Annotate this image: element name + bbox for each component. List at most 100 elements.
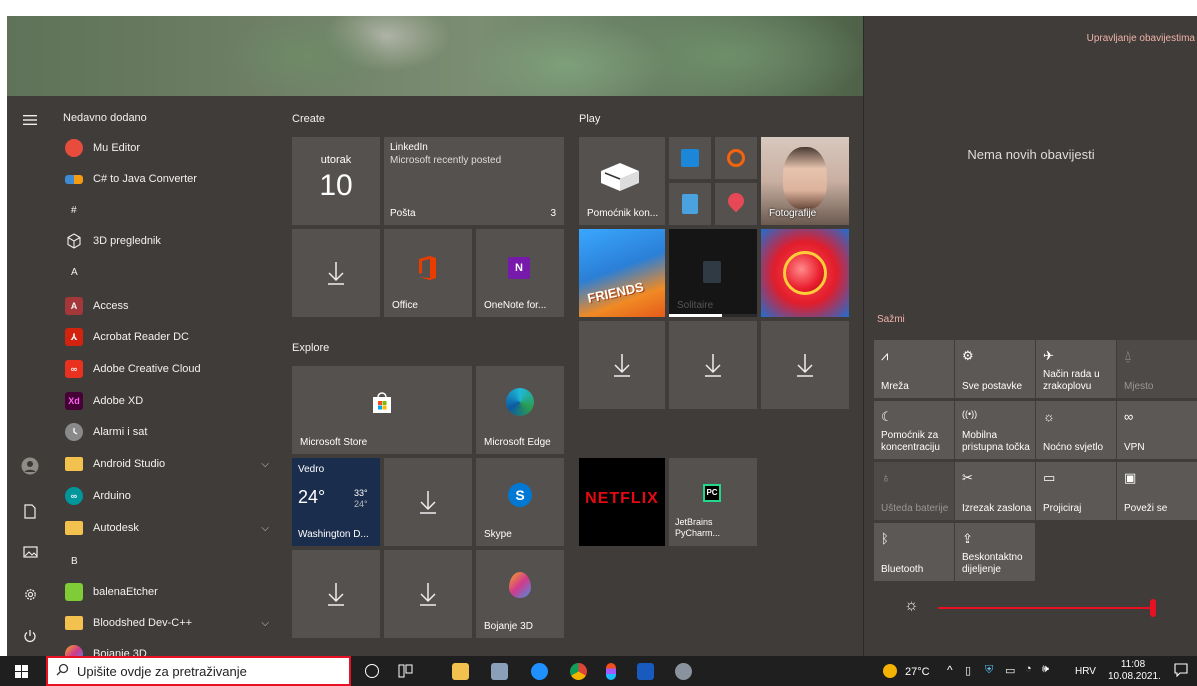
- app-item-paint3d[interactable]: Bojanje 3D: [53, 639, 279, 656]
- tile-groove[interactable]: [715, 137, 757, 179]
- chrome-icon[interactable]: [570, 663, 587, 680]
- brightness-slider[interactable]: [938, 599, 1156, 617]
- app-item-access[interactable]: A Access: [53, 291, 279, 321]
- quick-action-6[interactable]: ☼ Noćno svjetlo: [1036, 401, 1116, 459]
- app-item-adobe-xd[interactable]: Xd Adobe XD: [53, 386, 279, 416]
- tile-netflix[interactable]: NETFLIX: [579, 458, 665, 546]
- document-icon[interactable]: [20, 501, 40, 521]
- app-item-android-studio[interactable]: Android Studio ⌵: [53, 449, 279, 479]
- tile-download-explore-2[interactable]: [292, 550, 380, 638]
- quick-action-12[interactable]: ᛒ Bluetooth: [874, 523, 954, 581]
- app-item-dev-cpp[interactable]: Bloodshed Dev-C++ ⌵: [53, 608, 279, 638]
- tile-microsoft-edge[interactable]: Microsoft Edge: [476, 366, 564, 454]
- battery-icon[interactable]: ▯: [965, 664, 971, 677]
- folder-icon: [65, 521, 83, 535]
- quick-action-label: Mreža: [881, 381, 909, 392]
- quick-action-8[interactable]: ♁ Ušteda baterije: [874, 462, 954, 520]
- tile-onenote[interactable]: N OneNote for...: [476, 229, 564, 317]
- battery-saver-icon: ♁: [881, 470, 891, 485]
- cortana-icon[interactable]: [365, 664, 379, 678]
- language-indicator[interactable]: HRV: [1075, 666, 1096, 677]
- folder-icon: [65, 616, 83, 630]
- quick-action-label: Noćno svjetlo: [1043, 442, 1104, 453]
- tile-mail[interactable]: LinkedIn Microsoft recently posted Pošta…: [384, 137, 564, 225]
- tile-office[interactable]: Office: [384, 229, 472, 317]
- tile-download-play-1[interactable]: [579, 321, 665, 409]
- pictures-icon[interactable]: [20, 542, 40, 562]
- letter-header-hash[interactable]: #: [53, 195, 279, 225]
- app-item-alarms[interactable]: Alarmi i sat: [53, 417, 279, 447]
- settings-icon[interactable]: [20, 584, 40, 604]
- quick-action-10[interactable]: ▭ Projiciraj: [1036, 462, 1116, 520]
- clock-icon: [65, 423, 83, 441]
- tile-maps[interactable]: [715, 183, 757, 225]
- quick-action-13[interactable]: ⇪ Beskontaktno dijeljenje: [955, 523, 1035, 581]
- tile-candy-crush-friends[interactable]: FRIENDS: [579, 229, 665, 317]
- tile-solitaire[interactable]: Solitaire: [669, 229, 757, 317]
- usb-icon[interactable]: ▭: [1005, 664, 1015, 677]
- user-avatar-icon[interactable]: [20, 456, 40, 476]
- letter-header-a[interactable]: A: [53, 257, 279, 287]
- chrome-like-icon[interactable]: [531, 663, 548, 680]
- project-icon: ▭: [1043, 470, 1056, 485]
- quick-action-5[interactable]: ((•)) Mobilna pristupna točka: [955, 401, 1035, 459]
- notification-center-icon[interactable]: [1174, 663, 1188, 678]
- quick-action-0[interactable]: ⩘ Mreža: [874, 340, 954, 398]
- tile-download-1[interactable]: [292, 229, 380, 317]
- collapse-link[interactable]: Sažmi: [877, 314, 905, 325]
- tile-calendar[interactable]: utorak 10: [292, 137, 380, 225]
- group-label-explore[interactable]: Explore: [292, 342, 329, 354]
- hamburger-icon[interactable]: [20, 110, 40, 130]
- tile-download-play-3[interactable]: [761, 321, 849, 409]
- app-item-autodesk[interactable]: Autodesk ⌵: [53, 513, 279, 543]
- app-item-arduino[interactable]: ∞ Arduino: [53, 481, 279, 511]
- tray-chevron-up-icon[interactable]: ^: [947, 663, 953, 677]
- app-item-balena-etcher[interactable]: balenaEtcher: [53, 577, 279, 607]
- letter-header-b[interactable]: B: [53, 546, 279, 576]
- taskbar-search-box[interactable]: Upišite ovdje za pretraživanje: [46, 656, 351, 686]
- tile-microsoft-store[interactable]: Microsoft Store: [292, 366, 472, 454]
- tile-pycharm[interactable]: PC JetBrains PyCharm...: [669, 458, 757, 546]
- tile-download-explore-3[interactable]: [384, 550, 472, 638]
- wifi-icon[interactable]: ◔: [1025, 663, 1032, 675]
- app-item-creative-cloud[interactable]: ∞ Adobe Creative Cloud: [53, 354, 279, 384]
- clock[interactable]: 11:08 10.08.2021.: [1108, 659, 1161, 683]
- brightness-slider-thumb[interactable]: [1150, 599, 1156, 617]
- quick-action-1[interactable]: ⚙ Sve postavke: [955, 340, 1035, 398]
- app-item-csharp-to-java[interactable]: C# to Java Converter: [53, 164, 279, 194]
- tile-photos[interactable]: Fotografije: [761, 137, 849, 225]
- group-label-create[interactable]: Create: [292, 113, 325, 125]
- tile-download-explore-1[interactable]: [384, 458, 472, 546]
- tile-paint3d[interactable]: Bojanje 3D: [476, 550, 564, 638]
- app-item-3d-viewer[interactable]: 3D preglednik: [53, 226, 279, 256]
- power-icon[interactable]: [20, 626, 40, 646]
- tile-weather[interactable]: Vedro 24° 33° 24° Washington D...: [292, 458, 380, 546]
- quick-action-3[interactable]: ⍙ Mjesto: [1117, 340, 1197, 398]
- app-pinned-icon[interactable]: [675, 663, 692, 680]
- manage-notifications-link[interactable]: Upravljanje obavijestima: [1087, 33, 1195, 44]
- volume-icon[interactable]: 🕪: [1042, 663, 1049, 676]
- tile-calculator[interactable]: [669, 183, 711, 225]
- task-view-icon[interactable]: [398, 664, 413, 678]
- weather-sun-icon[interactable]: [883, 664, 897, 678]
- file-explorer-icon[interactable]: [452, 663, 469, 680]
- quick-action-4[interactable]: ☾ Pomoćnik za koncentraciju: [874, 401, 954, 459]
- tile-download-play-2[interactable]: [669, 321, 757, 409]
- app-item-acrobat[interactable]: ⅄ Acrobat Reader DC: [53, 322, 279, 352]
- quick-action-9[interactable]: ✂ Izrezak zaslona: [955, 462, 1035, 520]
- tile-movies[interactable]: [669, 137, 711, 179]
- windows-start-icon[interactable]: [15, 665, 28, 678]
- security-shield-icon[interactable]: ⛨: [985, 664, 993, 677]
- quick-action-2[interactable]: ✈ Način rada u zrakoplovu: [1036, 340, 1116, 398]
- figma-icon[interactable]: [606, 663, 616, 680]
- taskbar-weather-temp[interactable]: 27°C: [905, 666, 930, 678]
- tile-skype[interactable]: S Skype: [476, 458, 564, 546]
- app-item-mu-editor[interactable]: Mu Editor: [53, 133, 279, 163]
- tile-pomocnik[interactable]: Pomoćnik kon...: [579, 137, 665, 225]
- quick-action-11[interactable]: ▣ Poveži se: [1117, 462, 1197, 520]
- tile-candy-crush[interactable]: [761, 229, 849, 317]
- quick-action-7[interactable]: ∞ VPN: [1117, 401, 1197, 459]
- photos-app-icon[interactable]: [491, 663, 508, 680]
- word-icon[interactable]: [637, 663, 654, 680]
- group-label-play[interactable]: Play: [579, 113, 600, 125]
